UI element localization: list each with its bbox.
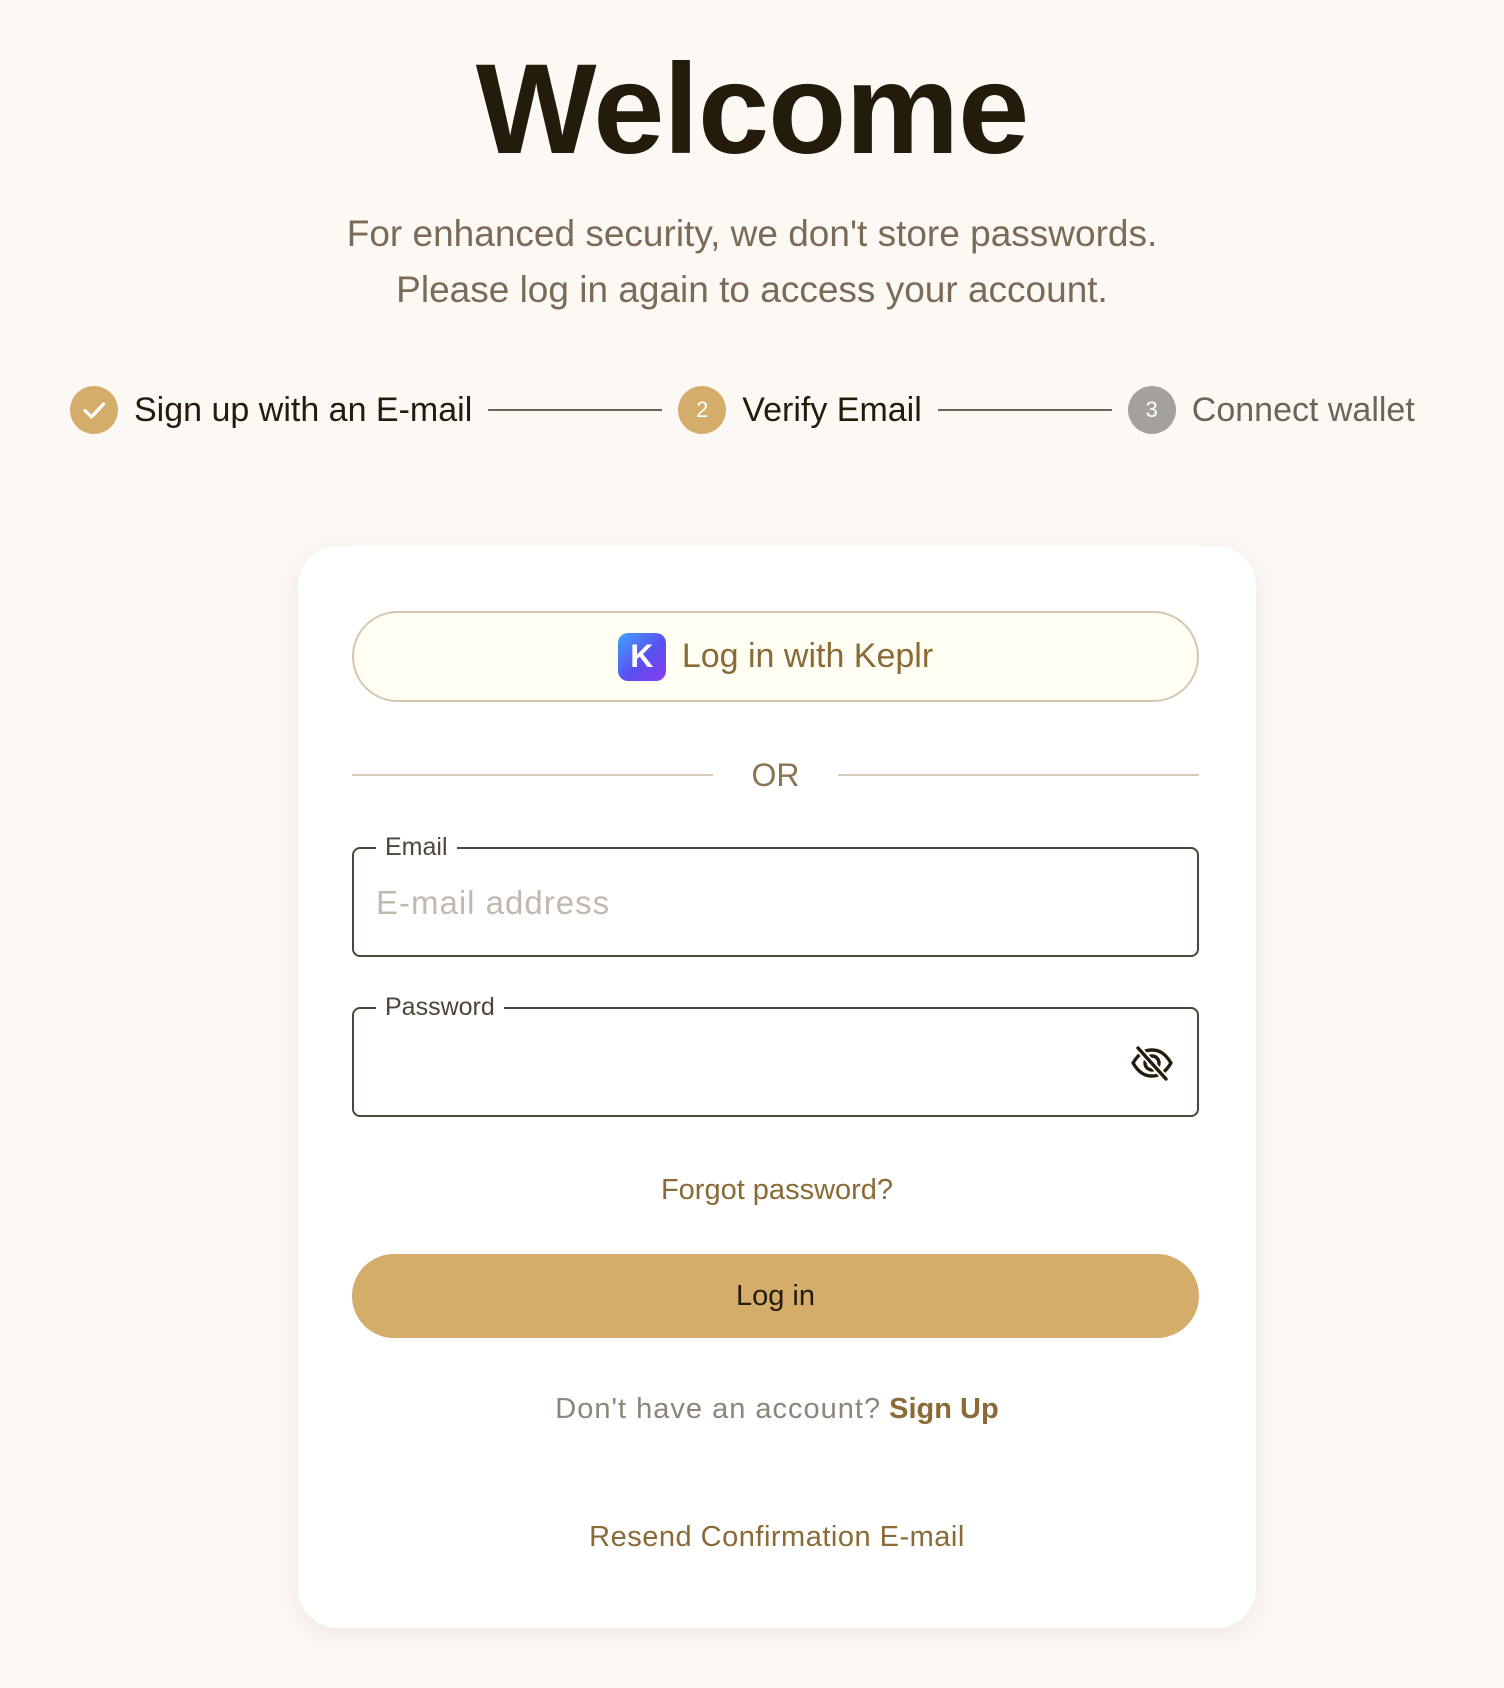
- or-divider: OR: [352, 755, 1199, 795]
- signup-prompt: Don't have an account? Sign Up: [298, 1389, 1256, 1429]
- password-input[interactable]: [376, 1037, 1076, 1089]
- no-account-text: Don't have an account?: [555, 1393, 882, 1425]
- keplr-logo-icon: K: [617, 632, 666, 681]
- step-connector: [937, 409, 1112, 411]
- subtitle-line-1: For enhanced security, we don't store pa…: [346, 213, 1158, 254]
- keplr-login-label: Log in with Keplr: [681, 637, 934, 675]
- email-field: Email: [352, 833, 1199, 957]
- step-verify-email: 2 Verify Email: [678, 386, 922, 434]
- checkmark-icon: [70, 386, 118, 434]
- step-sign-up: Sign up with an E-mail: [70, 386, 472, 434]
- login-button[interactable]: Log in: [352, 1254, 1199, 1338]
- sign-up-link[interactable]: Sign Up: [889, 1393, 999, 1425]
- welcome-title: Welcome: [475, 38, 1030, 181]
- email-input[interactable]: [376, 877, 1136, 929]
- resend-confirmation-link[interactable]: Resend Confirmation E-mail: [298, 1517, 1256, 1557]
- forgot-password-link[interactable]: Forgot password?: [298, 1170, 1256, 1210]
- password-label: Password: [376, 993, 504, 1021]
- step-number-badge: 2: [678, 386, 727, 434]
- step-label-sign-up: Sign up with an E-mail: [134, 390, 473, 429]
- step-connect-wallet: 3 Connect wallet: [1127, 386, 1415, 434]
- eye-slash-icon[interactable]: [1129, 1042, 1175, 1084]
- password-field: Password: [352, 993, 1199, 1117]
- subtitle-line-2: Please log in again to access your accou…: [396, 269, 1108, 310]
- eye-slash-glyph: [1131, 1044, 1173, 1083]
- progress-stepper: Sign up with an E-mail 2 Verify Email 3 …: [70, 385, 1415, 435]
- step-label-connect-wallet: Connect wallet: [1191, 390, 1415, 429]
- email-label: Email: [376, 833, 457, 861]
- checkmark-glyph: [83, 402, 106, 419]
- step-connector: [488, 409, 663, 411]
- keplr-login-button[interactable]: K Log in with Keplr: [352, 611, 1199, 702]
- step-number-badge: 3: [1127, 386, 1176, 434]
- login-card: K Log in with Keplr OR Email Password Fo…: [298, 546, 1256, 1628]
- divider-line: [838, 774, 1199, 776]
- step-label-verify-email: Verify Email: [742, 390, 922, 429]
